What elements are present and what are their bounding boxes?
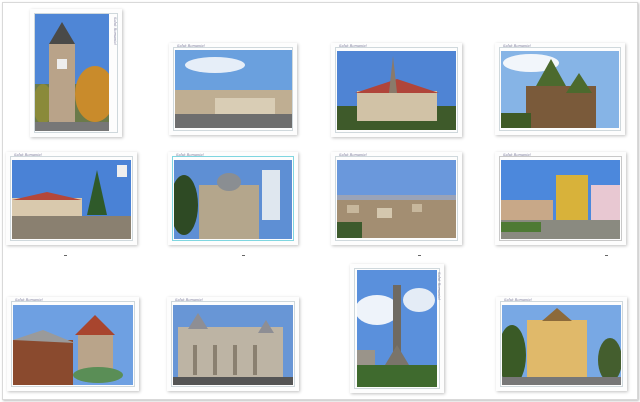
- stray-mark: [64, 255, 67, 256]
- stray-mark: [418, 255, 421, 256]
- postcard-city-panorama[interactable]: Salut Romania!: [331, 152, 462, 245]
- postcard-caption: Salut Romania!: [339, 153, 368, 157]
- postcard-caption: Salut Romania!: [339, 44, 368, 48]
- photo-ornate-palace: [174, 160, 292, 239]
- postcard-cathedral-plaza[interactable]: Salut Romania!: [495, 152, 626, 245]
- postcard-caption: Salut Romania!: [14, 153, 43, 157]
- postcard-caption: Salut Romania!: [15, 298, 44, 302]
- postcard-caption: Salut Romania!: [504, 298, 533, 302]
- postcard-caption: Salut Romania!: [175, 298, 204, 302]
- photo-clock-tower: [35, 14, 109, 131]
- stray-mark: [242, 255, 245, 256]
- photo-monument-column: [357, 270, 437, 387]
- postcard-theatre[interactable]: Salut Romania!: [496, 297, 627, 391]
- postcard-caption: Salut Romania!: [176, 153, 205, 157]
- photo-city-panorama: [337, 160, 456, 238]
- postcard-fortress-tower[interactable]: Salut Romania!: [7, 297, 139, 391]
- postcard-neoclassical-building[interactable]: Salut Romania!: [167, 297, 299, 391]
- postcard-caption: Salut Romania!: [437, 272, 441, 301]
- postcard-clock-tower[interactable]: Salut Romania!: [30, 9, 122, 137]
- photo-gothic-church: [337, 51, 456, 130]
- photo-neoclassical-building: [173, 305, 293, 385]
- photo-cathedral-plaza: [501, 160, 620, 239]
- postcard-caption: Salut Romania!: [177, 44, 206, 48]
- postcard-monument-column[interactable]: Salut Romania!: [350, 264, 444, 393]
- photo-palace-square: [175, 50, 292, 128]
- postcard-caption: Salut Romania!: [503, 44, 532, 48]
- postcard-orthodox-church[interactable]: Salut Romania!: [495, 43, 625, 135]
- stray-mark: [605, 255, 608, 256]
- photo-fortress-tower: [13, 305, 133, 385]
- postcard-town-square[interactable]: Salut Romania!: [6, 152, 137, 245]
- photo-orthodox-church: [501, 51, 619, 128]
- photo-theatre: [502, 305, 621, 385]
- postcard-caption: Salut Romania!: [113, 17, 117, 46]
- postcard-gothic-church[interactable]: Salut Romania!: [331, 43, 462, 137]
- postcard-palace-square[interactable]: Salut Romania!: [169, 43, 297, 135]
- photo-town-square: [12, 160, 131, 239]
- postcard-ornate-palace[interactable]: Salut Romania!: [168, 152, 298, 245]
- postcard-caption: Salut Romania!: [503, 153, 532, 157]
